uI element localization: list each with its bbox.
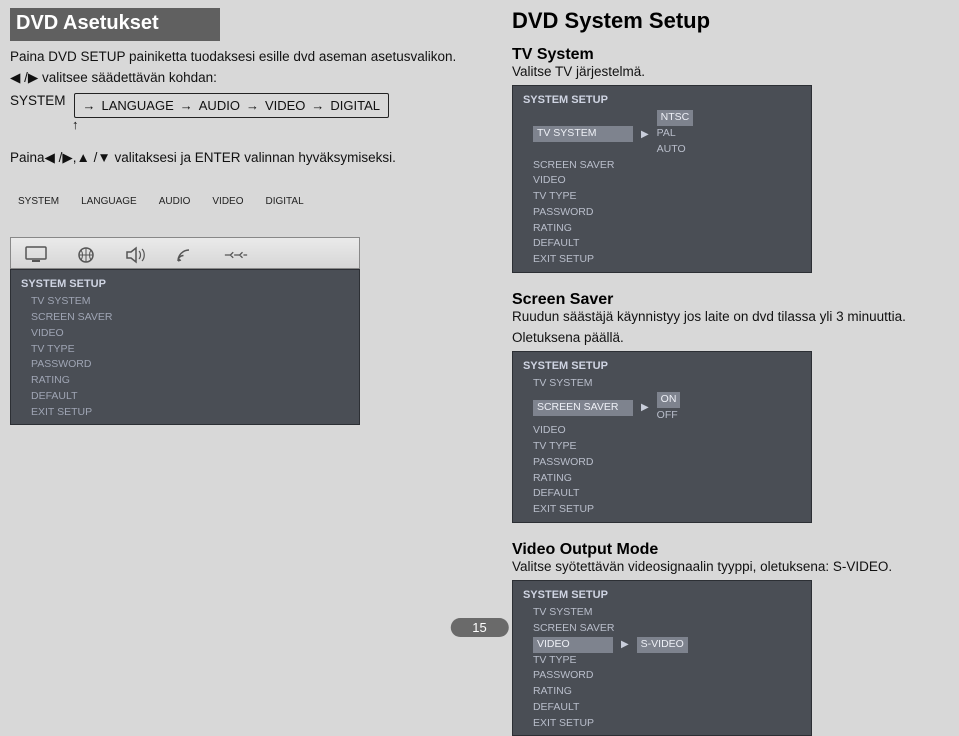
tab-video: VIDEO xyxy=(212,196,243,207)
flow-prefix: SYSTEM xyxy=(10,93,66,108)
osd-item-tv-type: TV TYPE xyxy=(31,342,151,358)
screen-saver-desc-2: Oletuksena päällä. xyxy=(512,330,939,347)
speaker-icon xyxy=(121,244,151,266)
osd-selected-tv-system: TV SYSTEM xyxy=(533,126,633,142)
video-output-desc: Valitse syötettävän videosignaalin tyypp… xyxy=(512,559,939,576)
osd-item: TV TYPE xyxy=(533,653,653,669)
osd-item-exit-setup: EXIT SETUP xyxy=(31,405,151,421)
right-section-title: DVD System Setup xyxy=(512,8,939,34)
osd-screen-saver: SYSTEM SETUP TV SYSTEM SCREEN SAVER ▶ ON… xyxy=(512,351,812,523)
osd-video-output: SYSTEM SETUP TV SYSTEM SCREEN SAVER VIDE… xyxy=(512,580,812,736)
osd-item-tv-system: TV SYSTEM xyxy=(31,294,151,310)
flow-item-digital: DIGITAL xyxy=(330,98,380,113)
satellite-icon xyxy=(171,244,201,266)
osd-selected-screen-saver: SCREEN SAVER xyxy=(533,400,633,416)
flow-item-audio: AUDIO xyxy=(199,98,240,113)
tab-language: LANGUAGE xyxy=(81,196,137,207)
osd-item: SCREEN SAVER xyxy=(533,621,653,637)
osd-title: SYSTEM SETUP xyxy=(513,90,811,111)
flow-box: → LANGUAGE → AUDIO → VIDEO → DIGITAL xyxy=(74,93,390,118)
osd-item: TV TYPE xyxy=(533,439,653,455)
osd-selected-video: VIDEO xyxy=(533,637,613,653)
tab-system: SYSTEM xyxy=(18,196,59,207)
arrow-right-icon: → xyxy=(180,98,193,113)
menu-icon-strip xyxy=(10,237,360,269)
osd-item: PASSWORD xyxy=(533,455,653,471)
tv-system-desc: Valitse TV järjestelmä. xyxy=(512,64,939,81)
osd-item-rating: RATING xyxy=(31,373,151,389)
digital-out-icon xyxy=(221,244,251,266)
osd-title: SYSTEM SETUP xyxy=(513,585,811,606)
osd-item: TV TYPE xyxy=(533,189,653,205)
osd-item-video: VIDEO xyxy=(31,326,151,342)
osd-item: RATING xyxy=(533,684,653,700)
osd-item: SCREEN SAVER xyxy=(533,158,653,174)
tab-audio: AUDIO xyxy=(159,196,191,207)
video-output-heading: Video Output Mode xyxy=(512,541,939,559)
osd-item-password: PASSWORD xyxy=(31,357,151,373)
left-desc-2: ◀ /▶ valitsee säädettävän kohdan: xyxy=(10,70,482,87)
osd-item: TV SYSTEM xyxy=(533,605,653,621)
osd-item: VIDEO xyxy=(533,173,653,189)
flow-item-video: VIDEO xyxy=(265,98,305,113)
left-desc-1: Paina DVD SETUP painiketta tuodaksesi es… xyxy=(10,49,482,66)
arrow-up-icon: ↑ xyxy=(72,117,482,132)
tv-system-heading: TV System xyxy=(512,46,939,64)
osd-option-auto: AUTO xyxy=(657,142,694,158)
osd-title: SYSTEM SETUP xyxy=(11,274,359,295)
osd-item: EXIT SETUP xyxy=(533,716,653,732)
arrow-right-icon: → xyxy=(83,98,96,113)
arrow-right-icon: → xyxy=(246,98,259,113)
osd-title: SYSTEM SETUP xyxy=(513,356,811,377)
osd-option-svideo: S-VIDEO xyxy=(637,637,688,653)
tab-digital: DIGITAL xyxy=(266,196,304,207)
globe-icon xyxy=(71,244,101,266)
page-number: 15 xyxy=(450,618,508,637)
screen-saver-desc-1: Ruudun säästäjä käynnistyy jos laite on … xyxy=(512,309,939,326)
screen-saver-heading: Screen Saver xyxy=(512,291,939,309)
arrow-right-icon: → xyxy=(311,98,324,113)
osd-item-default: DEFAULT xyxy=(31,389,151,405)
caret-right-icon: ▶ xyxy=(641,127,649,142)
menu-tabs: SYSTEM LANGUAGE AUDIO VIDEO DIGITAL xyxy=(10,192,482,207)
left-instruction: Paina◀ /▶,▲ /▼ valitaksesi ja ENTER vali… xyxy=(10,150,482,166)
flow-item-language: LANGUAGE xyxy=(102,98,174,113)
osd-item: RATING xyxy=(533,471,653,487)
osd-item: DEFAULT xyxy=(533,700,653,716)
osd-item: EXIT SETUP xyxy=(533,502,653,518)
osd-system-setup-left: SYSTEM SETUP TV SYSTEM SCREEN SAVER VIDE… xyxy=(10,269,360,426)
caret-right-icon: ▶ xyxy=(621,637,629,652)
caret-right-icon: ▶ xyxy=(641,400,649,415)
osd-item: TV SYSTEM xyxy=(533,376,653,392)
osd-item: DEFAULT xyxy=(533,236,653,252)
monitor-icon xyxy=(21,244,51,266)
menu-graphic-wrapper: SYSTEM LANGUAGE AUDIO VIDEO DIGITAL xyxy=(10,192,482,426)
osd-item: PASSWORD xyxy=(533,668,653,684)
osd-option-on: ON xyxy=(657,392,681,408)
osd-item-screen-saver: SCREEN SAVER xyxy=(31,310,151,326)
osd-item: VIDEO xyxy=(533,423,653,439)
osd-item: EXIT SETUP xyxy=(533,252,653,268)
osd-tv-system: SYSTEM SETUP TV SYSTEM ▶ NTSC PAL AUTO S… xyxy=(512,85,812,273)
osd-option-off: OFF xyxy=(657,408,681,424)
osd-option-pal: PAL xyxy=(657,126,694,142)
osd-option-ntsc: NTSC xyxy=(657,110,694,126)
osd-item: PASSWORD xyxy=(533,205,653,221)
left-section-title: DVD Asetukset xyxy=(10,8,220,41)
osd-item: DEFAULT xyxy=(533,486,653,502)
osd-item: RATING xyxy=(533,221,653,237)
